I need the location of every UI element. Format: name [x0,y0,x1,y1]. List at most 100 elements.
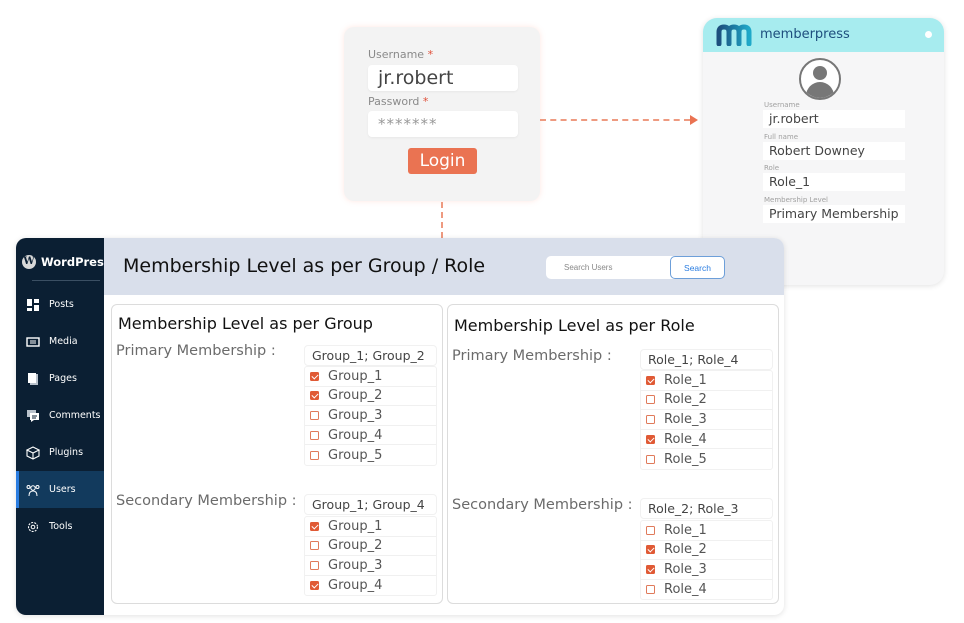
sidebar-item-comments[interactable]: Comments [16,397,104,434]
avatar-icon [799,58,841,100]
primary-membership-select[interactable]: Group_1; Group_2 [304,345,437,366]
option-item[interactable]: Group_3 [305,406,436,426]
profile-username-field: jr.robert [763,110,905,128]
checkbox-unchecked[interactable] [310,541,319,551]
profile-membership-label: Membership Level [764,196,828,204]
connector-line-vertical [441,202,443,238]
checkbox-checked[interactable] [310,581,319,591]
option-item[interactable]: Role_2 [641,391,772,411]
group-membership-panel: Membership Level as per Group Primary Me… [111,304,443,604]
sidebar-item-media[interactable]: Media [16,323,104,360]
option-item[interactable]: Group_1 [305,517,436,537]
option-item[interactable]: Group_4 [305,576,436,596]
sidebar-item-users[interactable]: Users [16,471,104,508]
comments-icon [27,409,39,422]
option-item[interactable]: Group_2 [305,387,436,407]
page-header: Membership Level as per Group / Role Sea… [104,238,784,295]
connector-line-horizontal [540,119,690,121]
option-item[interactable]: Group_2 [305,537,436,557]
checkbox-unchecked[interactable] [646,585,655,595]
page-title: Membership Level as per Group / Role [123,255,486,277]
secondary-role-options: Role_1 Role_2 Role_3 Role_4 [640,520,773,601]
option-item[interactable]: Role_4 [641,430,772,450]
memberpress-logo-icon [716,24,752,46]
required-mark: * [427,48,434,61]
role-membership-panel: Membership Level as per Role Primary Mem… [447,304,779,604]
login-card: Username * jr.robert Password * ******* … [344,27,540,201]
profile-role-field: Role_1 [763,173,905,191]
primary-membership-label: Primary Membership : [452,348,612,364]
profile-fullname-field: Robert Downey [763,142,905,160]
checkbox-unchecked[interactable] [646,454,655,464]
secondary-membership-select[interactable]: Group_1; Group_4 [304,494,437,515]
option-item[interactable]: Role_1 [641,521,772,541]
primary-group-options: Group_1 Group_2 Group_3 Group_4 Group_5 [304,366,437,466]
sidebar-nav: Posts Media Pages Comments Plugins Users [16,286,104,545]
arrow-right-icon [690,115,698,125]
secondary-membership-label: Secondary Membership : [452,497,633,513]
username-field[interactable]: jr.robert [368,65,518,91]
profile-fullname-label: Full name [764,133,799,141]
profile-role-label: Role [764,164,780,172]
primary-role-options: Role_1 Role_2 Role_3 Role_4 Role_5 [640,370,773,470]
search-button[interactable]: Search [670,256,725,279]
window-dot-icon [925,31,932,38]
sidebar: W WordPress Posts Media Pages Comments P… [16,238,111,615]
search-box: Search [546,256,725,279]
checkbox-unchecked[interactable] [646,525,655,535]
checkbox-checked[interactable] [646,564,655,574]
primary-membership-label: Primary Membership : [116,343,276,359]
checkbox-checked[interactable] [310,371,319,381]
required-mark: * [422,95,429,108]
checkbox-unchecked[interactable] [646,395,655,405]
checkbox-checked[interactable] [646,375,655,385]
option-item[interactable]: Role_2 [641,541,772,561]
secondary-group-options: Group_1 Group_2 Group_3 Group_4 [304,516,437,597]
sidebar-item-plugins[interactable]: Plugins [16,434,104,471]
option-item[interactable]: Group_5 [305,445,436,465]
login-button[interactable]: Login [408,148,477,174]
profile-username-label: Username [764,101,800,109]
option-item[interactable]: Group_4 [305,426,436,446]
checkbox-checked[interactable] [646,434,655,444]
memberpress-header: memberpress [703,18,944,52]
sidebar-item-tools[interactable]: Tools [16,508,104,545]
option-item[interactable]: Group_3 [305,556,436,576]
panel-title: Membership Level as per Group [118,314,373,333]
users-icon [26,484,40,496]
option-item[interactable]: Role_3 [641,410,772,430]
plugins-icon [26,445,40,460]
media-icon [26,336,40,347]
checkbox-checked[interactable] [310,391,319,401]
checkbox-unchecked[interactable] [310,410,319,420]
primary-membership-select[interactable]: Role_1; Role_4 [640,349,773,370]
option-item[interactable]: Role_3 [641,560,772,580]
sidebar-item-pages[interactable]: Pages [16,360,104,397]
secondary-membership-label: Secondary Membership : [116,493,297,509]
option-item[interactable]: Group_1 [305,367,436,387]
checkbox-unchecked[interactable] [310,560,319,570]
panel-title: Membership Level as per Role [454,316,695,335]
tools-icon [27,521,39,532]
checkbox-unchecked[interactable] [310,430,319,440]
checkbox-checked[interactable] [310,521,319,531]
option-item[interactable]: Role_4 [641,580,772,600]
wordpress-brand: W WordPress [22,255,111,269]
password-field[interactable]: ******* [368,111,518,137]
option-item[interactable]: Role_5 [641,449,772,469]
option-item[interactable]: Role_1 [641,371,772,391]
checkbox-unchecked[interactable] [310,450,319,460]
pages-icon [28,372,38,385]
wordpress-logo-icon: W [22,255,36,269]
checkbox-checked[interactable] [646,545,655,555]
checkbox-unchecked[interactable] [646,414,655,424]
sidebar-divider [32,280,100,281]
password-label: Password * [368,95,429,108]
username-label: Username * [368,48,434,61]
secondary-membership-select[interactable]: Role_2; Role_3 [640,498,773,519]
posts-icon [27,298,39,311]
sidebar-item-posts[interactable]: Posts [16,286,104,323]
search-input[interactable] [546,256,670,279]
profile-membership-field: Primary Membership [763,205,905,223]
memberpress-brand: memberpress [760,27,850,42]
